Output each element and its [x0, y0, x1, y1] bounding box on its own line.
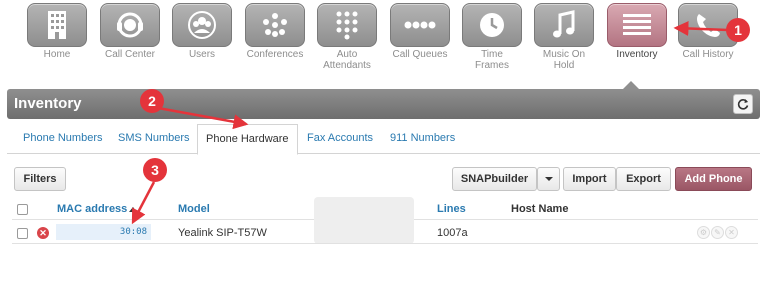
nav-label: Call Queues: [392, 49, 448, 60]
nav-item-conferences[interactable]: Conferences: [243, 3, 307, 60]
music-note-icon: [553, 10, 575, 38]
column-header-host-name[interactable]: Host Name: [511, 203, 568, 215]
snapbuilder-dropdown-button[interactable]: [537, 167, 560, 191]
add-phone-button[interactable]: Add Phone: [675, 167, 752, 191]
tab-sms-numbers[interactable]: SMS Numbers: [110, 124, 198, 154]
queue-icon: [404, 21, 436, 29]
select-all-checkbox[interactable]: [17, 204, 28, 215]
nav-item-call-queues[interactable]: Call Queues: [388, 3, 452, 60]
edit-icon[interactable]: ✎: [711, 226, 724, 239]
annotation-marker-3: 3: [143, 158, 167, 182]
nav-item-time-frames[interactable]: Time Frames: [460, 3, 524, 71]
nav-label: Home: [43, 49, 71, 60]
nav-label: Call Center: [104, 49, 156, 60]
nav-item-users[interactable]: Users: [170, 3, 234, 60]
keypad-icon: [336, 11, 358, 40]
column-header-mac[interactable]: MAC address: [57, 203, 138, 215]
nav-label: Music On Hold: [542, 49, 586, 71]
column-header-label: MAC address: [57, 203, 128, 215]
nav-item-inventory[interactable]: Inventory: [605, 3, 669, 60]
list-icon: [623, 14, 651, 35]
lines-cell: 1007a: [437, 227, 468, 239]
nav-label: Inventory: [616, 49, 658, 60]
tab-phone-hardware[interactable]: Phone Hardware: [197, 124, 298, 155]
nav-label: Users: [188, 49, 216, 60]
snapbuilder-button[interactable]: SNAPbuilder: [452, 167, 537, 191]
nav-label: Call History: [682, 49, 734, 60]
annotation-arrow-3: [131, 181, 156, 225]
top-nav: Home Call Center Users Conferences Auto …: [0, 0, 768, 80]
filters-button[interactable]: Filters: [14, 167, 66, 191]
sort-ascending-icon: [129, 206, 138, 212]
headset-icon: [117, 12, 143, 38]
nav-item-music-on-hold[interactable]: Music On Hold: [532, 3, 596, 71]
inventory-header: Inventory: [7, 89, 760, 119]
refresh-icon: [737, 99, 749, 110]
tab-911-numbers[interactable]: 911 Numbers: [382, 124, 463, 154]
settings-icon[interactable]: ⚙: [697, 226, 710, 239]
delete-icon[interactable]: ✕: [725, 226, 738, 239]
nav-item-home[interactable]: Home: [25, 3, 89, 60]
nav-item-call-center[interactable]: Call Center: [98, 3, 162, 60]
annotation-marker-1: 1: [726, 18, 750, 42]
column-header-lines[interactable]: Lines: [437, 203, 466, 215]
nav-item-auto-attendants[interactable]: Auto Attendants: [315, 3, 379, 71]
tab-fax-accounts[interactable]: Fax Accounts: [299, 124, 381, 154]
users-icon: [188, 11, 216, 39]
export-button[interactable]: Export: [616, 167, 671, 191]
phone-history-icon: [697, 14, 720, 37]
column-header-model[interactable]: Model: [178, 203, 210, 215]
row-checkbox[interactable]: [17, 228, 28, 239]
mac-address-cell[interactable]: 30:08: [56, 224, 151, 240]
clock-icon: [480, 13, 504, 37]
chevron-down-icon: [544, 177, 553, 182]
inventory-tabs: Phone Numbers SMS Numbers Phone Hardware…: [7, 124, 760, 155]
row-actions: ⚙ ✎ ✕: [697, 226, 739, 239]
conference-icon: [263, 13, 287, 37]
redacted-area: [314, 197, 414, 244]
nav-label: Conferences: [246, 49, 304, 60]
nav-label: Auto Attendants: [323, 49, 371, 71]
tab-phone-numbers[interactable]: Phone Numbers: [15, 124, 111, 154]
refresh-button[interactable]: [733, 94, 753, 114]
annotation-marker-2: 2: [140, 89, 164, 113]
model-cell: Yealink SIP-T57W: [178, 227, 267, 239]
error-status-icon: ✕: [37, 227, 49, 239]
page-title: Inventory: [14, 95, 82, 112]
divider: [12, 243, 758, 244]
nav-label: Time Frames: [475, 49, 509, 71]
building-icon: [48, 11, 66, 39]
import-button[interactable]: Import: [563, 167, 616, 191]
